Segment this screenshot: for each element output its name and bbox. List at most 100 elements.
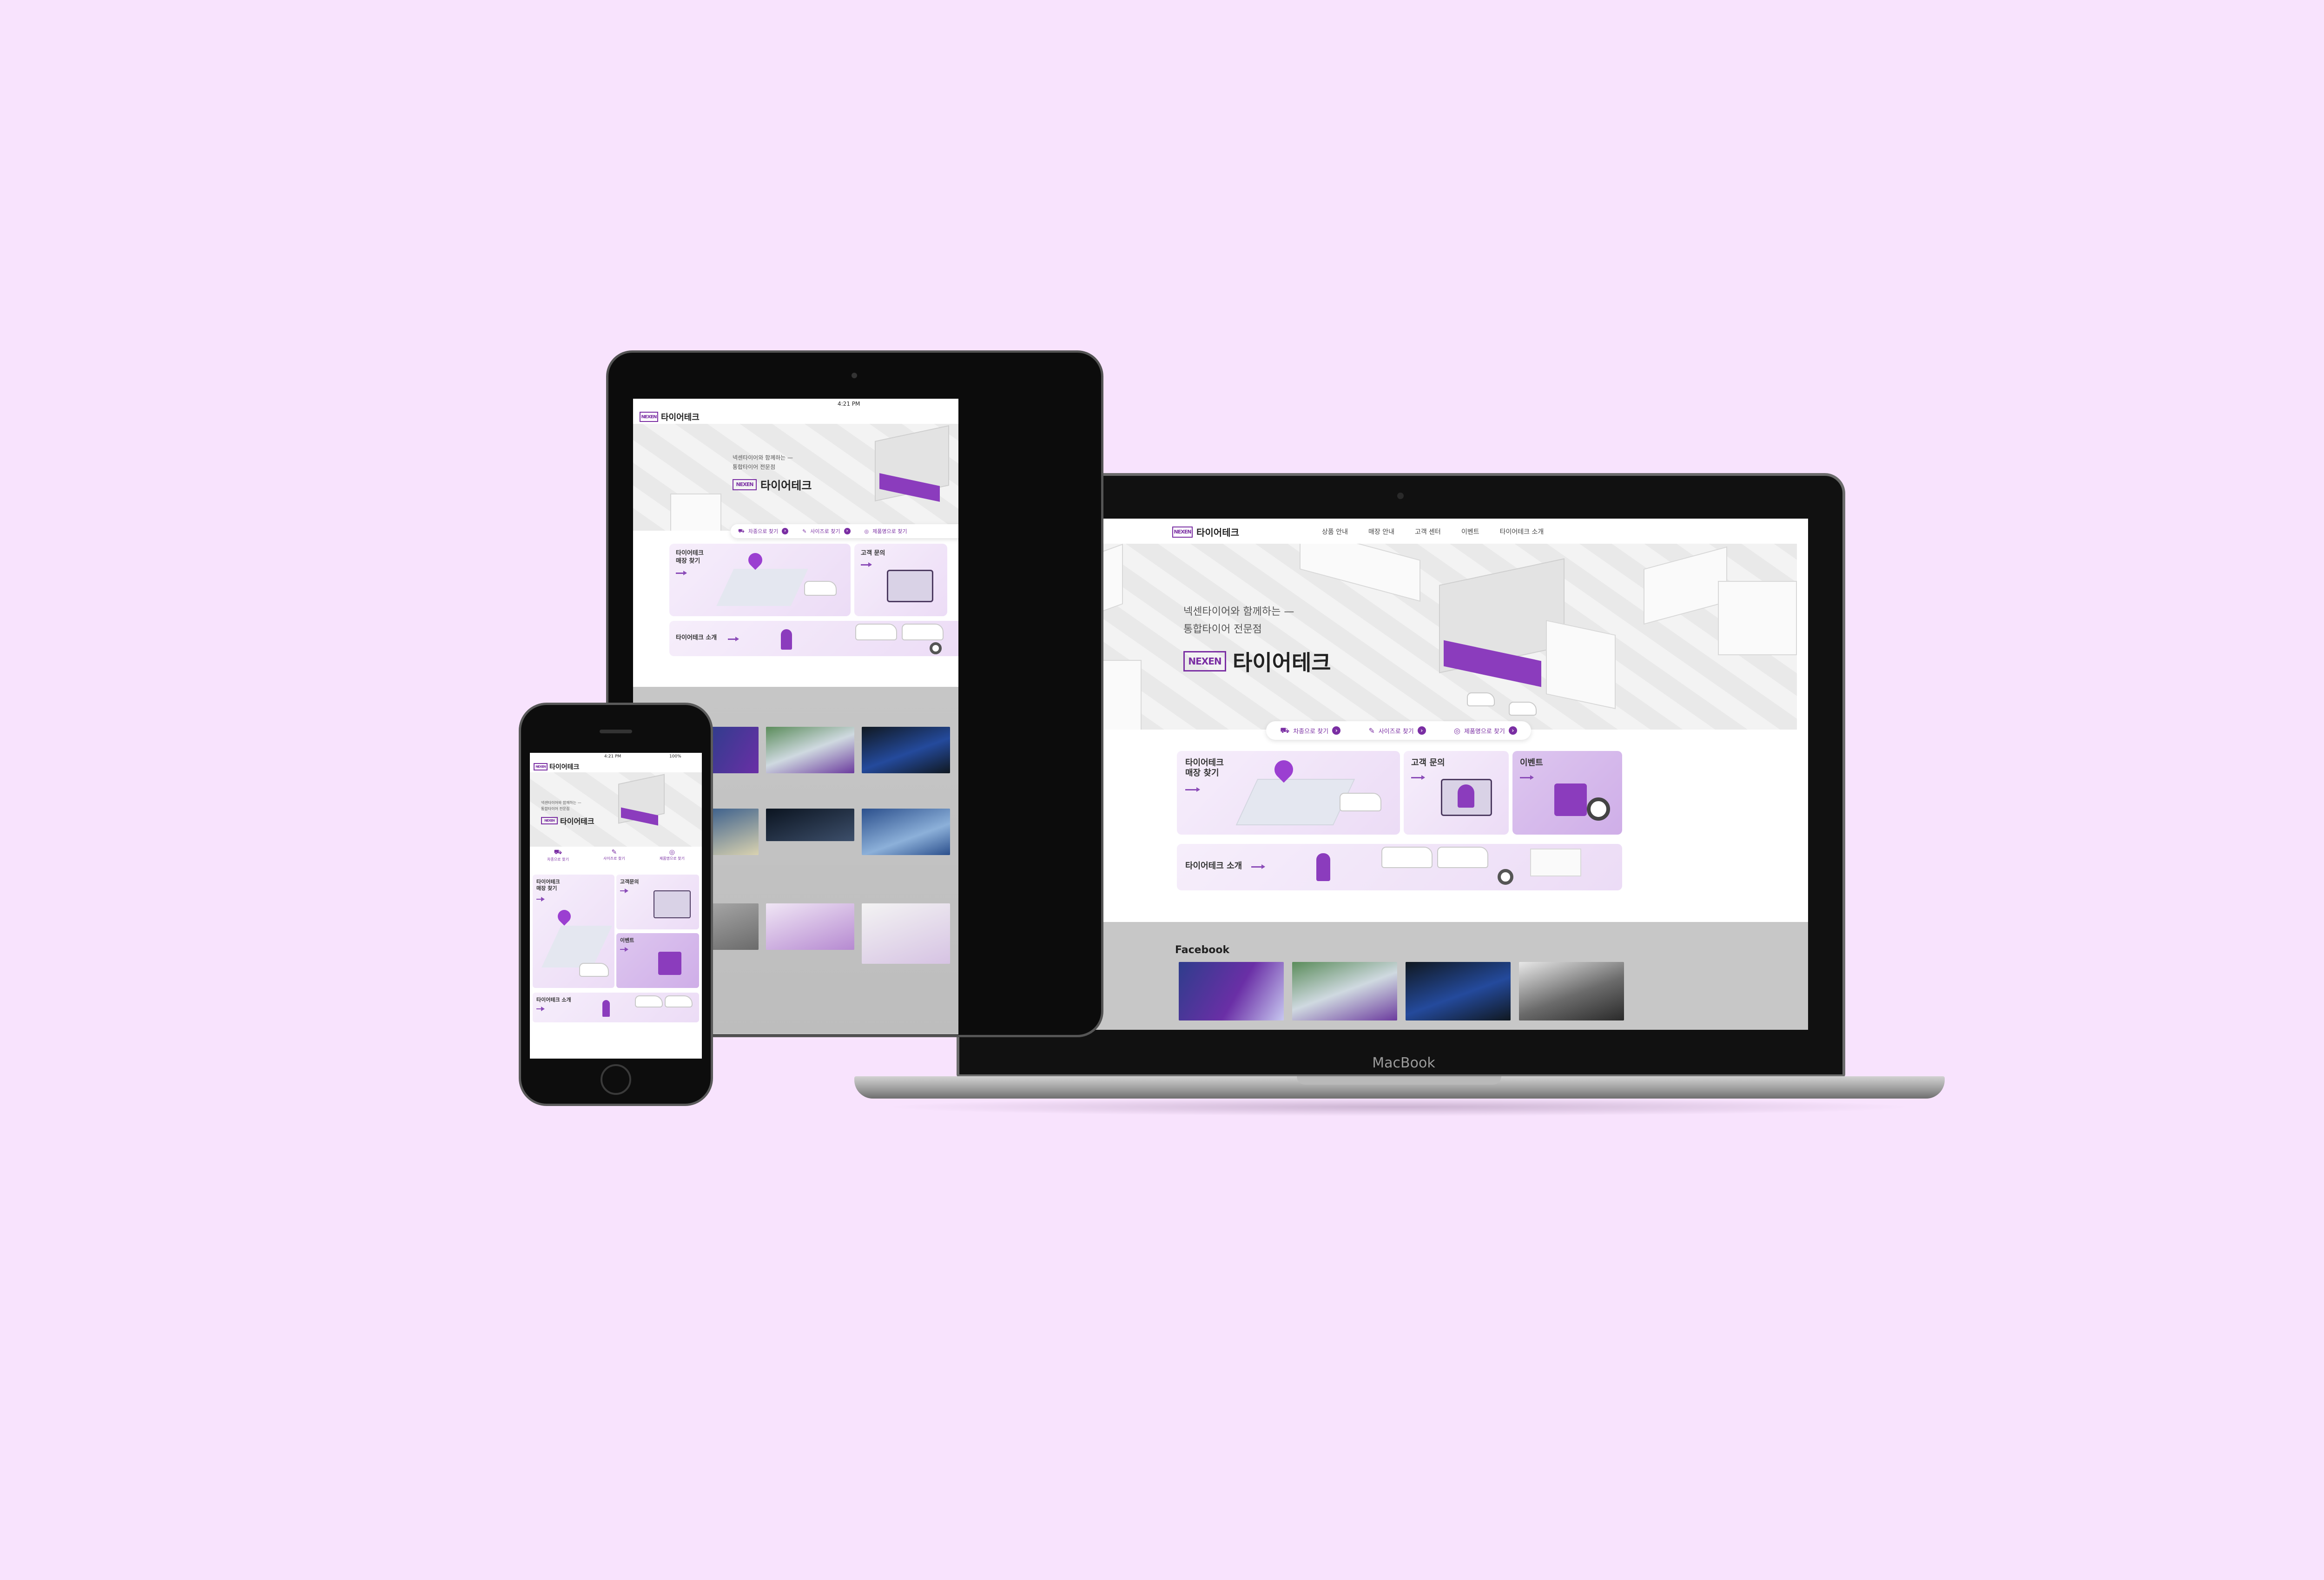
nav-item-stores[interactable]: 매장 안내 <box>1368 527 1394 536</box>
car-icon: ⛟ <box>1280 725 1290 735</box>
tile-event-label: 이벤트 <box>620 937 634 943</box>
hero-line-1: 넥센타이어와 함께하는 — <box>1183 606 1294 618</box>
nav-item-event[interactable]: 이벤트 <box>1461 527 1479 536</box>
nexen-logo-icon: NEXEN <box>733 479 757 490</box>
hero-text: 넥센타이어와 함께하는 — 통합타이어 전문점 NEXEN 타이어테크 <box>1183 603 1331 677</box>
phone-speaker <box>600 730 632 733</box>
quick-search-size-label: 사이즈로 찾기 <box>810 528 840 534</box>
quick-search-car[interactable]: ⛟ 차종으로 찾기 › <box>738 527 789 535</box>
tile-store-find-label-2: 매장 찾기 <box>536 885 557 891</box>
tile-inquiry[interactable]: 고객문의 <box>616 875 699 929</box>
hero-title-row: NEXEN 타이어테크 <box>541 815 594 826</box>
chevron-right-icon: › <box>1417 726 1426 735</box>
nav-item-support[interactable]: 고객 센터 <box>1415 527 1441 536</box>
quick-search-product[interactable]: ◎ 제품명으로 찾기 <box>865 527 907 535</box>
background-building <box>670 494 721 531</box>
tablet-camera <box>852 373 857 378</box>
phone-hero: 넥센타이어와 함께하는 — 통합타이어 전문점 NEXEN 타이어테크 <box>530 772 702 847</box>
facebook-post-thumb[interactable] <box>1179 962 1284 1020</box>
nexen-logo-icon: NEXEN <box>1172 526 1193 538</box>
phone-status-bar: 4:21 PM 100% <box>530 753 702 761</box>
phone-home-button[interactable] <box>601 1064 631 1095</box>
tire-icon <box>1498 869 1513 885</box>
chevron-right-icon: › <box>1332 726 1341 735</box>
tile-event[interactable]: 이벤트 <box>1512 751 1622 835</box>
worker-illustration <box>602 1000 610 1017</box>
facebook-post-thumb[interactable] <box>862 727 950 773</box>
background-building <box>1644 546 1727 625</box>
tile-event[interactable]: 이벤트 <box>616 933 699 988</box>
map-pin-icon <box>745 550 766 570</box>
hero-line-2: 통합타이어 전문점 <box>1183 624 1262 635</box>
quick-search-size[interactable]: ✎ 사이즈로 찾기 <box>603 849 625 869</box>
quick-search-bar: ⛟ 차종으로 찾기 › ✎ 사이즈로 찾기 › ◎ 제품명으로 찾기 › <box>1266 721 1531 740</box>
arrow-right-icon <box>536 1007 545 1011</box>
phone-hero-text: 넥센타이어와 함께하는 — 통합타이어 전문점 NEXEN 타이어테크 <box>541 800 594 826</box>
facebook-post-thumb[interactable] <box>1519 962 1624 1020</box>
tile-about[interactable]: 타이어테크 소개 <box>533 993 699 1022</box>
arrow-right-icon <box>620 889 628 893</box>
facebook-post-thumb[interactable] <box>707 903 759 950</box>
quick-search-car[interactable]: ⛟ 차종으로 찾기 › <box>1280 725 1341 736</box>
nexen-logo-icon: NEXEN <box>640 412 658 422</box>
phone-status-time: 4:21 PM <box>604 754 621 759</box>
tile-store-find[interactable]: 타이어테크 매장 찾기 <box>1177 751 1400 835</box>
quick-search-product-label: 제품명으로 찾기 <box>1464 728 1505 735</box>
phone-brand-title: 타이어테크 <box>549 764 580 771</box>
facebook-post-thumb[interactable] <box>766 727 854 773</box>
car-icon <box>1340 793 1381 811</box>
facebook-post-thumb[interactable] <box>862 903 950 964</box>
tile-about[interactable]: 타이어테크 소개 <box>1177 844 1622 890</box>
header-logo[interactable]: NEXEN 타이어테크 <box>1172 525 1239 539</box>
laptop-screen: NEXEN 타이어테크 상품 안내 매장 안내 고객 센터 이벤트 타이어테크 … <box>991 519 1808 1030</box>
arrow-right-icon <box>728 637 739 641</box>
tile-store-find-label-1: 타이어테크 <box>536 879 560 885</box>
tile-store-find[interactable]: 타이어테크 매장 찾기 <box>669 544 851 616</box>
phone-status-battery: 100% <box>669 754 681 759</box>
ruler-icon: ✎ <box>1368 726 1375 735</box>
facebook-post-thumb[interactable] <box>1292 962 1397 1020</box>
chevron-right-icon: › <box>844 528 851 534</box>
quick-search-bar: ⛟ 차종으로 찾기 ✎ 사이즈로 찾기 ◎ 제품명으로 찾기 <box>530 849 702 869</box>
facebook-post-thumb[interactable] <box>707 727 759 773</box>
quick-search-car-label: 차종으로 찾기 <box>748 528 779 534</box>
tile-inquiry[interactable]: 고객 문의 <box>1404 751 1509 835</box>
facebook-post-thumb[interactable] <box>1406 962 1511 1020</box>
facebook-post-thumb[interactable] <box>766 809 854 841</box>
quick-search-size-label: 사이즈로 찾기 <box>603 856 625 861</box>
car-icon <box>1509 702 1537 716</box>
tablet-status-bar: 4:21 PM 100% <box>633 399 958 410</box>
facebook-post-thumb[interactable] <box>707 809 759 855</box>
nav-item-products[interactable]: 상품 안내 <box>1322 527 1348 536</box>
tile-inquiry[interactable]: 고객 문의 <box>854 544 947 616</box>
laptop-notch <box>1297 1076 1501 1085</box>
nav-item-about[interactable]: 타이어테크 소개 <box>1500 527 1544 536</box>
hero-title: 타이어테크 <box>560 817 594 826</box>
quick-search-size[interactable]: ✎ 사이즈로 찾기 › <box>802 527 851 535</box>
map-illustration <box>716 569 808 606</box>
store-annex <box>1546 620 1616 709</box>
quick-search-car[interactable]: ⛟ 차종으로 찾기 <box>547 849 569 869</box>
gift-icon <box>1554 783 1587 816</box>
laptop-shadow <box>883 1098 1915 1116</box>
tablet-hero-text: 넥센타이어와 함께하는 — 통합타이어 전문점 NEXEN 타이어테크 <box>733 454 812 493</box>
hero-banner: 넥센타이어와 함께하는 — 통합타이어 전문점 NEXEN 타이어테크 <box>1002 544 1797 730</box>
car-icon <box>855 624 897 640</box>
facebook-section: Facebook <box>991 922 1808 1030</box>
car-icon <box>1381 847 1433 868</box>
facebook-post-thumb[interactable] <box>766 903 854 950</box>
worker-illustration <box>1316 853 1330 881</box>
quick-search-product[interactable]: ◎ 제품명으로 찾기 › <box>1454 726 1517 735</box>
facebook-post-thumb[interactable] <box>862 809 950 855</box>
arrow-right-icon <box>861 562 872 567</box>
tile-about[interactable]: 타이어테크 소개 <box>669 621 958 656</box>
arrow-right-icon <box>1411 775 1425 780</box>
worker-illustration <box>781 629 792 650</box>
hero-line-2: 통합타이어 전문점 <box>541 807 570 811</box>
car-icon: ⛟ <box>738 527 745 534</box>
quick-search-size[interactable]: ✎ 사이즈로 찾기 › <box>1368 726 1426 735</box>
laptop-illustration <box>887 570 933 602</box>
tile-store-find[interactable]: 타이어테크 매장 찾기 <box>533 875 614 988</box>
laptop-brand-label: MacBook <box>1372 1055 1435 1071</box>
quick-search-product[interactable]: ◎ 제품명으로 찾기 <box>660 849 685 869</box>
